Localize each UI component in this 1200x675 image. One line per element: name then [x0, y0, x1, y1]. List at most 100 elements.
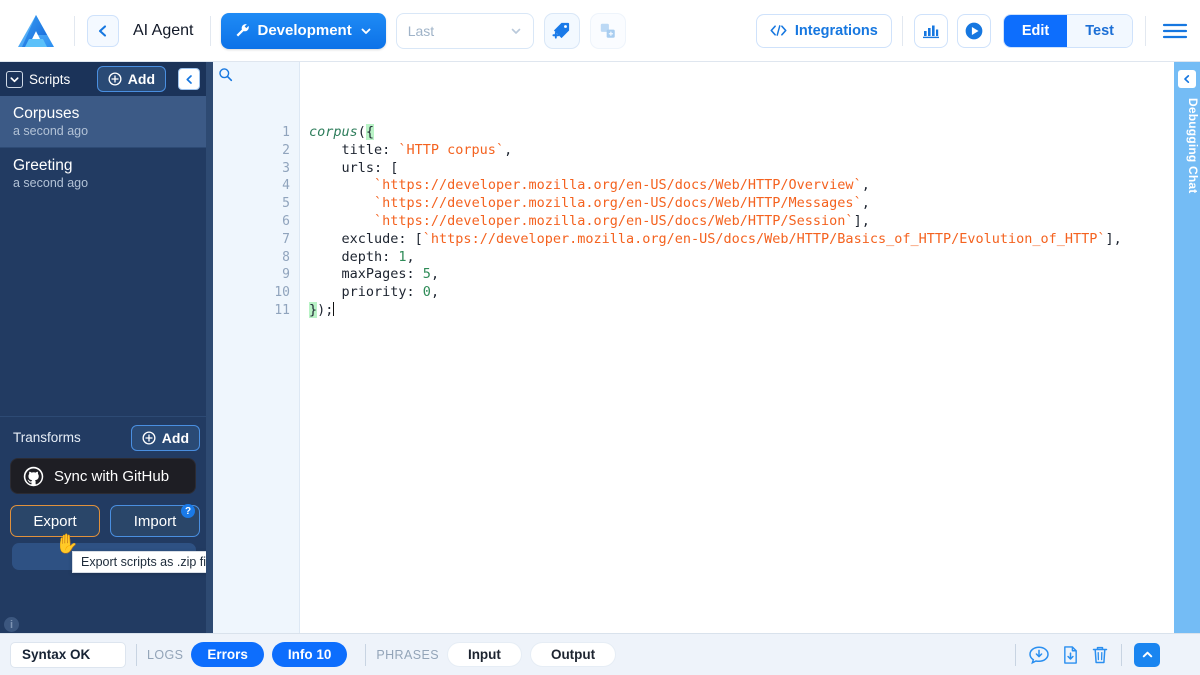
line-number: 6: [213, 213, 300, 231]
debugging-chat-rail[interactable]: Debugging Chat: [1174, 62, 1200, 633]
code-line[interactable]: 4 `https://developer.mozilla.org/en-US/d…: [213, 177, 1200, 195]
code-token: );: [317, 302, 333, 318]
code-token: ,: [504, 142, 512, 158]
code-token: (: [358, 124, 366, 140]
code-line[interactable]: 5 `https://developer.mozilla.org/en-US/d…: [213, 195, 1200, 213]
code-line[interactable]: 8 depth: 1,: [213, 249, 1200, 267]
text-caret: [333, 302, 334, 316]
scripts-toggle-checkbox[interactable]: [6, 71, 23, 88]
analytics-button[interactable]: [914, 14, 948, 48]
syntax-status: Syntax OK: [10, 642, 126, 668]
code-line[interactable]: 11});: [213, 302, 1200, 320]
line-code[interactable]: maxPages: 5,: [300, 266, 439, 284]
search-button[interactable]: [218, 67, 233, 87]
script-timestamp: a second ago: [13, 124, 193, 138]
environment-label: Development: [258, 22, 352, 39]
hamburger-menu-icon: [1162, 21, 1188, 41]
line-number: 8: [213, 249, 300, 267]
code-token: }: [309, 302, 317, 318]
line-code[interactable]: priority: 0,: [300, 284, 439, 302]
chat-download-button[interactable]: [1028, 645, 1050, 665]
input-filter-button[interactable]: Input: [447, 642, 522, 667]
code-line[interactable]: 6 `https://developer.mozilla.org/en-US/d…: [213, 213, 1200, 231]
code-line[interactable]: 9 maxPages: 5,: [213, 266, 1200, 284]
line-number: 5: [213, 195, 300, 213]
code-token: ],: [1106, 231, 1122, 247]
chat-download-icon: [1028, 645, 1050, 665]
line-code[interactable]: title: `HTTP corpus`,: [300, 142, 512, 160]
chevron-left-icon: [96, 24, 110, 38]
line-code[interactable]: exclude: [`https://developer.mozilla.org…: [300, 231, 1122, 249]
code-token: ,: [431, 266, 439, 282]
output-filter-button[interactable]: Output: [530, 642, 616, 667]
back-button[interactable]: [87, 15, 119, 47]
code-line[interactable]: 1corpus({: [213, 124, 1200, 142]
sync-with-github-button[interactable]: Sync with GitHub: [10, 458, 196, 494]
wrench-icon: [235, 23, 250, 38]
list-item[interactable]: Greeting a second ago: [0, 148, 206, 199]
code-token: `https://developer.mozilla.org/en-US/doc…: [423, 231, 1106, 247]
script-name: Greeting: [13, 156, 193, 175]
code-token: depth:: [309, 249, 398, 265]
add-script-button[interactable]: Add: [97, 66, 166, 92]
line-code[interactable]: `https://developer.mozilla.org/en-US/doc…: [300, 213, 870, 231]
code-token: urls: [: [309, 160, 398, 176]
line-code[interactable]: });: [300, 302, 334, 320]
line-code[interactable]: `https://developer.mozilla.org/en-US/doc…: [300, 177, 870, 195]
integrations-label: Integrations: [795, 23, 878, 39]
import-help-icon[interactable]: ?: [181, 504, 195, 518]
errors-filter-button[interactable]: Errors: [191, 642, 264, 667]
search-icon: [218, 67, 233, 82]
page-title: AI Agent: [119, 22, 208, 40]
plus-circle-icon: [108, 72, 122, 86]
import-button[interactable]: Import ?: [110, 505, 200, 537]
logs-label: LOGS: [147, 648, 183, 662]
status-divider-1: [136, 644, 137, 666]
app-logo[interactable]: [0, 13, 72, 49]
line-code[interactable]: `https://developer.mozilla.org/en-US/doc…: [300, 195, 870, 213]
environment-button[interactable]: Development: [221, 13, 386, 49]
run-button[interactable]: [957, 14, 991, 48]
duplicate-button[interactable]: [590, 13, 626, 49]
code-token: ,: [862, 177, 870, 193]
line-number: 3: [213, 160, 300, 178]
tag-plus-icon: [552, 21, 571, 40]
expand-panel-button[interactable]: [1134, 643, 1160, 667]
code-content[interactable]: 1corpus({2 title: `HTTP corpus`,3 urls: …: [213, 124, 1200, 633]
file-download-button[interactable]: [1062, 645, 1079, 665]
add-tag-button[interactable]: [544, 13, 580, 49]
version-select[interactable]: Last: [396, 13, 534, 49]
code-line[interactable]: 7 exclude: [`https://developer.mozilla.o…: [213, 231, 1200, 249]
add-transform-button[interactable]: Add: [131, 425, 200, 451]
integrations-button[interactable]: Integrations: [756, 14, 892, 48]
delete-button[interactable]: [1091, 645, 1109, 665]
code-token: priority:: [309, 284, 423, 300]
line-code[interactable]: corpus({: [300, 124, 374, 142]
script-timestamp: a second ago: [13, 176, 193, 190]
line-number: 7: [213, 231, 300, 249]
tab-test[interactable]: Test: [1067, 15, 1132, 47]
code-editor[interactable]: 1corpus({2 title: `HTTP corpus`,3 urls: …: [213, 62, 1200, 633]
collapse-sidebar-button[interactable]: [178, 68, 200, 90]
code-token: 1: [398, 249, 406, 265]
export-tooltip: Export scripts as .zip file: [72, 551, 225, 573]
line-number: 11: [213, 302, 300, 320]
debugging-chat-label: Debugging Chat: [1174, 98, 1200, 193]
info-filter-button[interactable]: Info 10: [272, 642, 348, 667]
code-token: 5: [423, 266, 431, 282]
github-icon: [23, 466, 44, 487]
line-code[interactable]: depth: 1,: [300, 249, 415, 267]
info-icon[interactable]: i: [4, 617, 19, 632]
tab-edit[interactable]: Edit: [1004, 15, 1067, 47]
line-code[interactable]: urls: [: [300, 160, 398, 178]
list-item[interactable]: Corpuses a second ago: [0, 96, 206, 147]
code-line[interactable]: 2 title: `HTTP corpus`,: [213, 142, 1200, 160]
menu-button[interactable]: [1162, 21, 1188, 41]
expand-debugging-chat-button[interactable]: [1178, 70, 1196, 88]
code-line[interactable]: 10 priority: 0,: [213, 284, 1200, 302]
code-brackets-icon: [770, 24, 787, 37]
app-header: AI Agent Development Last: [0, 0, 1200, 62]
code-line[interactable]: 3 urls: [: [213, 160, 1200, 178]
status-divider-4: [1121, 644, 1122, 666]
code-token: `https://developer.mozilla.org/en-US/doc…: [374, 195, 862, 211]
